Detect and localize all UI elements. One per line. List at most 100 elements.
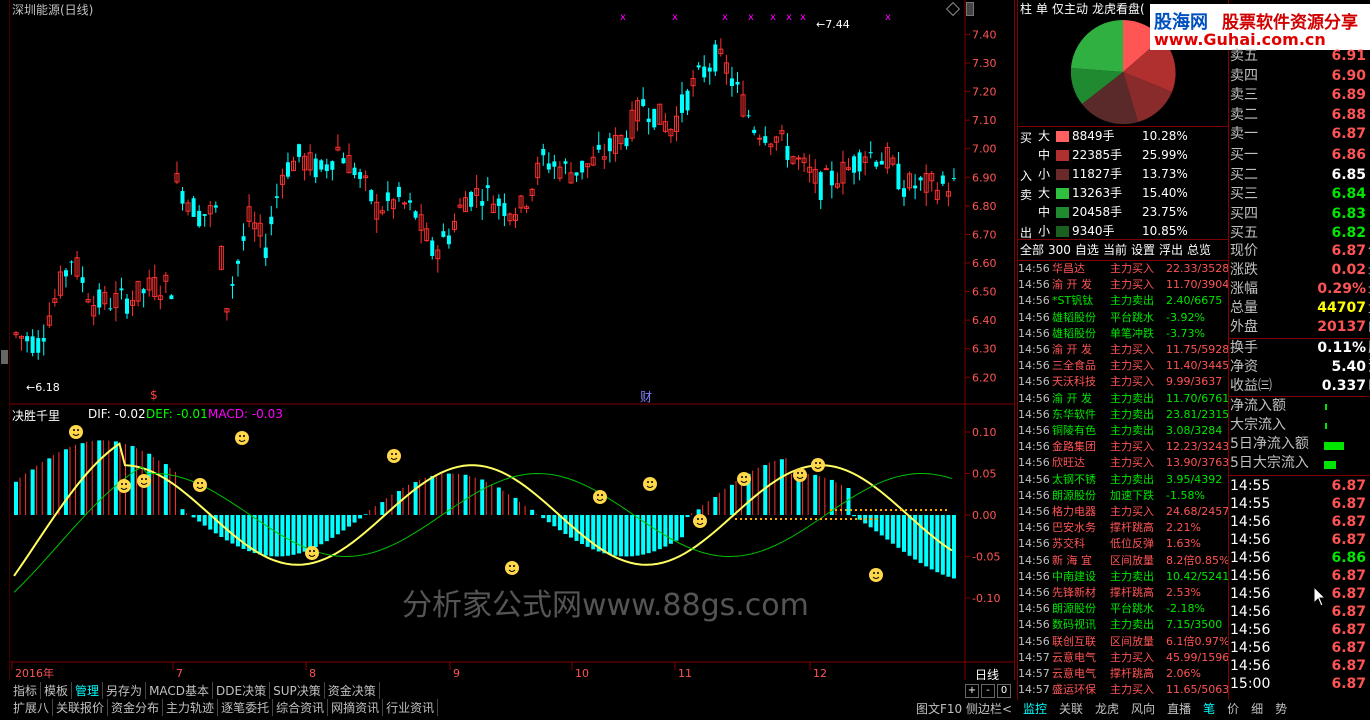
- zoom-out-button[interactable]: -: [981, 684, 995, 698]
- kline-chart[interactable]: 深圳能源(日线) 7.40 7.30 7.20 7.10 7.00 6.90 6.80 6.7…: [10, 0, 1015, 682]
- smiley-icon: [193, 478, 207, 492]
- panel-tab[interactable]: 直播: [1161, 700, 1197, 717]
- right-top-tab[interactable]: 柱: [1018, 0, 1034, 17]
- news-tab[interactable]: 300: [1046, 243, 1073, 257]
- bottom-tab[interactable]: DDE决策: [213, 682, 271, 699]
- news-item[interactable]: 14:56 华昌达 主力买入 22.33/3528: [1018, 261, 1228, 277]
- tick-row: 15:00 6.87: [1230, 675, 1370, 694]
- panel-tab[interactable]: 势: [1269, 700, 1293, 717]
- sidebar-button[interactable]: 侧边栏: [966, 702, 1002, 716]
- macd-bar: [607, 515, 612, 555]
- function-tab[interactable]: 主力轨迹: [163, 699, 219, 716]
- news-item[interactable]: 14:56 朗源股份 加速下跌 -1.58%: [1018, 488, 1228, 504]
- macd-bar: [890, 515, 895, 544]
- news-item[interactable]: 14:56 东华软件 主力卖出 23.81/2315: [1018, 407, 1228, 423]
- news-item[interactable]: 14:57 云意电气 主力买入 45.99/1596: [1018, 650, 1228, 666]
- function-tab[interactable]: 扩展八: [10, 699, 54, 716]
- dividend-marker[interactable]: $: [150, 388, 158, 402]
- news-tab[interactable]: 全部: [1018, 241, 1046, 258]
- f10-button[interactable]: 图文F10: [916, 702, 962, 716]
- news-item[interactable]: 14:56 巴安水务 撑杆跳高 2.21%: [1018, 520, 1228, 536]
- macd-bar: [791, 473, 792, 515]
- right-top-tab[interactable]: 仅主动: [1050, 0, 1090, 17]
- right-top-tab[interactable]: 龙虎看盘(: [1090, 0, 1147, 17]
- function-tab[interactable]: 综合资讯: [273, 699, 329, 716]
- news-action: 主力买入: [1110, 505, 1154, 518]
- news-item[interactable]: 14:56 联创互联 区间放量 6.1倍0.97%: [1018, 634, 1228, 650]
- finance-marker[interactable]: 财: [640, 388, 652, 405]
- news-item[interactable]: 14:57 云意电气 撑杆跳高 2.06%: [1018, 666, 1228, 682]
- macd-bar: [491, 484, 493, 515]
- month-label: 12: [813, 667, 827, 680]
- bottom-tab[interactable]: 模板: [41, 682, 73, 699]
- bottom-tab[interactable]: 指标: [10, 682, 42, 699]
- price-tick-label: 7.20: [972, 86, 997, 99]
- divider: [1228, 0, 1229, 700]
- panel-tab[interactable]: 监控: [1017, 700, 1053, 717]
- left-edge-toolbar[interactable]: [0, 0, 10, 720]
- macd-bar: [824, 477, 826, 515]
- news-item[interactable]: 14:56 雄韬股份 单笔冲跌 -3.73%: [1018, 326, 1228, 342]
- function-tab[interactable]: 网摘资讯: [328, 699, 384, 716]
- news-tab[interactable]: 总览: [1185, 241, 1213, 258]
- news-tab[interactable]: 设置: [1129, 241, 1157, 258]
- bottom-tab[interactable]: SUP决策: [270, 682, 325, 699]
- panel-tab[interactable]: 笔: [1197, 700, 1221, 717]
- news-item[interactable]: 14:56 格力电器 主力买入 24.68/2457: [1018, 504, 1228, 520]
- news-item[interactable]: 14:56 渝 开 发 主力买入 11.75/5928: [1018, 342, 1228, 358]
- macd-bar: [102, 440, 104, 515]
- news-tab[interactable]: 自选: [1073, 241, 1101, 258]
- news-value: 22.33/3528: [1166, 262, 1228, 275]
- candle-body: [641, 99, 646, 106]
- news-item[interactable]: 14:56 数码视讯 主力卖出 7.15/3500: [1018, 617, 1228, 633]
- news-tab[interactable]: 当前: [1101, 241, 1129, 258]
- news-item[interactable]: 14:56 *ST钒钛 主力卖出 2.40/6675: [1018, 293, 1228, 309]
- news-item[interactable]: 14:56 铜陵有色 主力卖出 3.08/3284: [1018, 423, 1228, 439]
- macd-bar: [496, 487, 501, 515]
- right-top-tab[interactable]: 单: [1034, 0, 1050, 17]
- news-item[interactable]: 14:56 太钢不锈 主力卖出 3.95/4392: [1018, 472, 1228, 488]
- bottom-tab[interactable]: 管理: [72, 682, 104, 699]
- candle-body: [408, 200, 413, 203]
- news-value: 10.42/5241: [1166, 569, 1228, 583]
- news-action: 主力买入: [1110, 278, 1154, 292]
- reset-button[interactable]: 0: [997, 684, 1011, 698]
- panel-tab[interactable]: 细: [1245, 700, 1269, 717]
- function-tab[interactable]: 资金分布: [108, 699, 164, 716]
- news-item[interactable]: 14:56 新 海 宜 区间放量 8.2倍0.85%: [1018, 553, 1228, 569]
- news-item[interactable]: 14:56 朗源股份 平台跳水 -2.18%: [1018, 601, 1228, 617]
- news-item[interactable]: 14:57 盛运环保 主力买入 11.65/5063: [1018, 682, 1228, 698]
- left-collapse-handle[interactable]: [1, 350, 8, 364]
- indicator-tick-label: 0.10: [972, 426, 997, 439]
- macd-bar: [163, 464, 168, 515]
- news-item[interactable]: 14:56 中南建设 主力卖出 10.42/5241: [1018, 569, 1228, 585]
- news-item[interactable]: 14:56 雄韬股份 平台跳水 -3.92%: [1018, 310, 1228, 326]
- panel-tab[interactable]: 价: [1221, 700, 1245, 717]
- news-time: 14:56: [1018, 586, 1050, 599]
- bottom-tab[interactable]: 另存为: [103, 682, 147, 699]
- bottom-tab[interactable]: MACD基本: [146, 682, 214, 699]
- news-item[interactable]: 14:56 苏交科 低位反弹 1.63%: [1018, 536, 1228, 552]
- news-item[interactable]: 14:56 渝 开 发 主力买入 11.70/3904: [1018, 277, 1228, 293]
- function-tab[interactable]: 关联报价: [53, 699, 109, 716]
- indicator-name: 决胜千里: [12, 409, 61, 423]
- news-item[interactable]: 14:56 三全食品 主力买入 11.40/3445: [1018, 358, 1228, 374]
- news-item[interactable]: 14:56 金路集团 主力买入 12.23/3243: [1018, 439, 1228, 455]
- function-tab[interactable]: 逐笔委托: [218, 699, 274, 716]
- macd-bar: [52, 455, 54, 515]
- quote-value: 6.84: [1331, 186, 1366, 202]
- news-stock: 欣旺达: [1052, 456, 1085, 470]
- function-tab[interactable]: 行业资讯: [383, 699, 439, 716]
- zoom-in-button[interactable]: +: [965, 684, 979, 698]
- panel-tab[interactable]: 风向: [1125, 700, 1161, 717]
- news-time: 14:56: [1018, 553, 1050, 567]
- news-item[interactable]: 14:56 欣旺达 主力买入 13.90/3763: [1018, 455, 1228, 471]
- news-item[interactable]: 14:56 渝 开 发 主力卖出 11.70/6761: [1018, 391, 1228, 407]
- news-list: 14:56 华昌达 主力买入 22.33/3528 14:56 渝 开 发主力买入 11.7…: [1018, 260, 1228, 700]
- news-item[interactable]: 14:56 天沃科技 主力买入 9.99/3637: [1018, 374, 1228, 390]
- news-tab[interactable]: 浮出: [1157, 241, 1185, 258]
- panel-tab[interactable]: 关联: [1053, 700, 1089, 717]
- news-item[interactable]: 14:56 先锋新材 撑杆跳高 2.53%: [1018, 585, 1228, 601]
- panel-tab[interactable]: 龙虎: [1089, 700, 1125, 717]
- bottom-tab[interactable]: 资金决策: [325, 682, 380, 699]
